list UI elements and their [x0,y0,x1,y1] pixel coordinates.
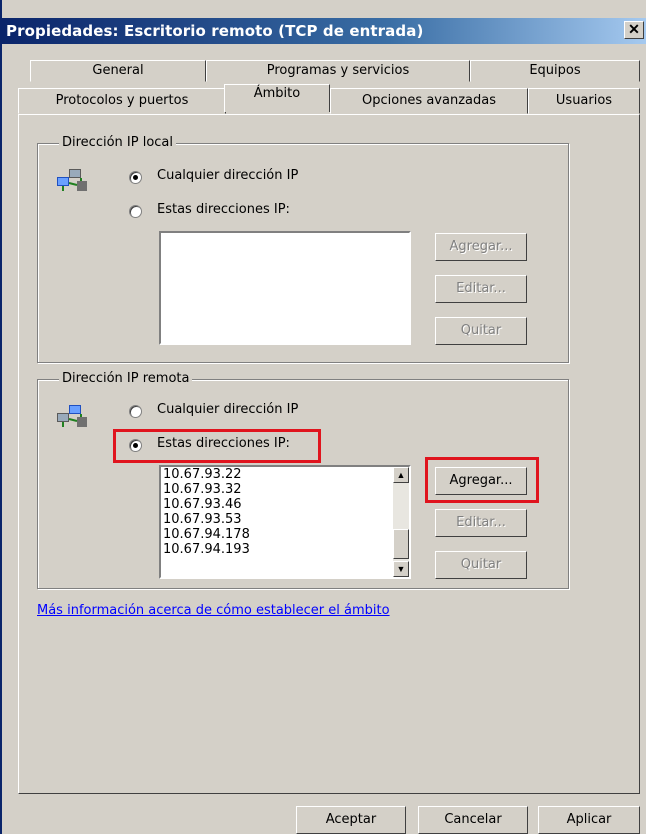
scroll-up-arrow-icon[interactable]: ▲ [393,467,409,483]
ok-button[interactable]: Aceptar [296,806,406,834]
local-these-ip-radio[interactable] [129,205,142,218]
local-add-button[interactable]: Agregar... [435,233,527,261]
remote-these-ip-label[interactable]: Estas direcciones IP: [157,436,290,451]
list-item[interactable]: 10.67.93.22 [163,467,250,482]
local-remove-button[interactable]: Quitar [435,317,527,345]
remote-add-button[interactable]: Agregar... [435,467,527,495]
network-computers-icon [57,405,87,427]
list-item[interactable]: 10.67.93.46 [163,497,250,512]
list-item[interactable]: 10.67.93.53 [163,512,250,527]
tab-protocolos-puertos[interactable]: Protocolos y puertos [18,88,226,114]
remote-these-ip-radio[interactable] [129,439,142,452]
remote-edit-button[interactable]: Editar... [435,509,527,537]
local-any-ip-radio[interactable] [129,171,142,184]
help-link[interactable]: Más información acerca de cómo establece… [37,603,390,618]
remote-remove-button[interactable]: Quitar [435,551,527,579]
list-item[interactable]: 10.67.93.32 [163,482,250,497]
tab-programas-servicios[interactable]: Programas y servicios [206,60,470,82]
remote-ip-scrollbar[interactable]: ▲ ▼ [393,467,409,577]
window-title: Propiedades: Escritorio remoto (TCP de e… [6,22,424,40]
local-ip-group-label: Dirección IP local [59,135,177,150]
remote-any-ip-label[interactable]: Cualquier dirección IP [157,402,298,417]
cancel-button[interactable]: Cancelar [418,806,528,834]
remote-ip-list: 10.67.93.22 10.67.93.32 10.67.93.46 10.6… [163,467,250,557]
close-button[interactable]: ✕ [624,21,644,39]
apply-button[interactable]: Aplicar [538,806,640,834]
local-these-ip-label[interactable]: Estas direcciones IP: [157,202,290,217]
remote-any-ip-radio[interactable] [129,405,142,418]
scrollbar-thumb[interactable] [393,529,409,559]
title-bar[interactable]: Propiedades: Escritorio remoto (TCP de e… [2,18,646,44]
remote-ip-listbox[interactable]: 10.67.93.22 10.67.93.32 10.67.93.46 10.6… [159,465,411,579]
scroll-down-arrow-icon[interactable]: ▼ [393,561,409,577]
tab-usuarios[interactable]: Usuarios [528,88,640,114]
tab-panel-ambito: Dirección IP local Cualquier dirección I… [18,114,640,794]
tab-general[interactable]: General [30,60,206,82]
tab-equipos[interactable]: Equipos [470,60,640,82]
tab-ambito[interactable]: Ámbito [224,84,330,112]
network-computers-icon [57,169,87,191]
local-edit-button[interactable]: Editar... [435,275,527,303]
tab-opciones-avanzadas[interactable]: Opciones avanzadas [330,88,528,114]
remote-ip-group-label: Dirección IP remota [59,371,193,386]
list-item[interactable]: 10.67.94.178 [163,527,250,542]
list-item[interactable]: 10.67.94.193 [163,542,250,557]
local-any-ip-label[interactable]: Cualquier dirección IP [157,168,298,183]
local-ip-listbox[interactable] [159,231,411,345]
dialog-window: Propiedades: Escritorio remoto (TCP de e… [0,0,646,834]
